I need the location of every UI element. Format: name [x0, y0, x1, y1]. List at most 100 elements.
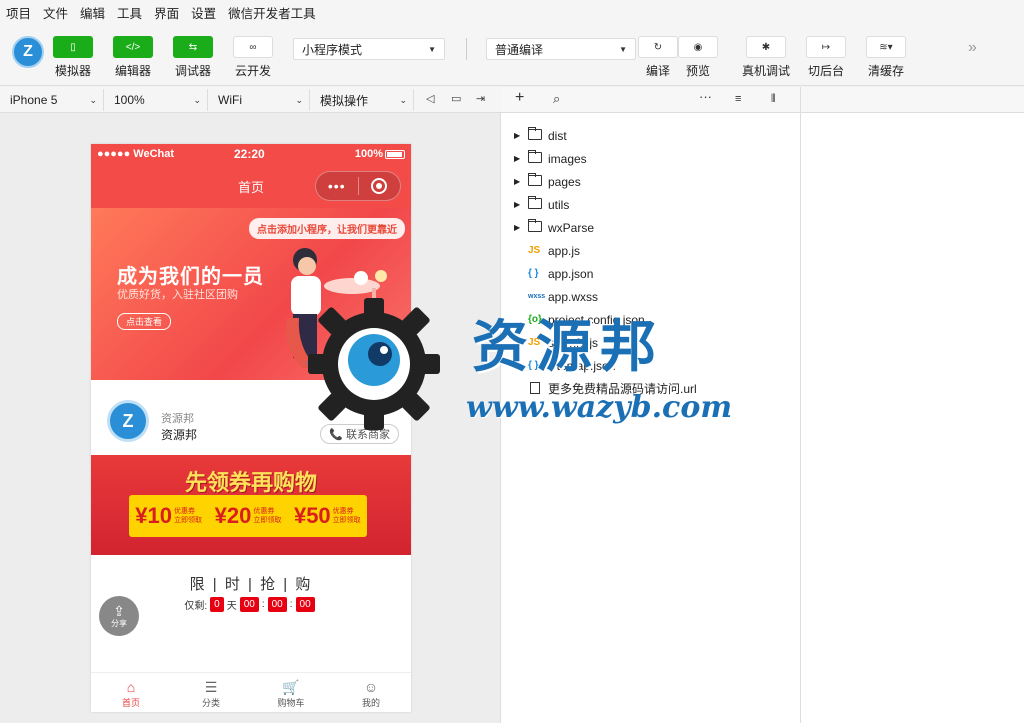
editor-pane	[801, 87, 1024, 723]
banner-title: 成为我们的一员	[117, 266, 264, 288]
view-button[interactable]: 点击查看	[117, 313, 172, 330]
tree-folder-wxparse[interactable]: ▶ wxParse	[501, 216, 801, 239]
file-name: sitemap.json	[548, 358, 616, 373]
tab-home[interactable]: ⌂ 首页	[91, 673, 171, 712]
tree-file-app-js[interactable]: JS app.js	[501, 239, 801, 262]
coupon-sub: 立即领取	[253, 517, 282, 524]
tree-file-app-wxss[interactable]: wxss app.wxss	[501, 285, 801, 308]
add-miniprogram-tip[interactable]: 点击添加小程序，让我们更靠近	[249, 218, 405, 239]
detach-icon[interactable]: ⇥	[476, 92, 485, 105]
volume-icon[interactable]: ◁	[426, 92, 434, 105]
coupon-title: 先领券再购物	[184, 470, 317, 495]
js-file-icon: JS	[528, 245, 541, 256]
background-button[interactable]: ↦ 切后台	[806, 36, 846, 79]
coupon-10[interactable]: ¥10 优惠券 立即领取	[135, 503, 202, 529]
operation-select[interactable]: 模拟操作 ⌄	[310, 89, 414, 111]
search-icon[interactable]: ⌕	[553, 91, 560, 107]
folder-name: images	[548, 151, 587, 166]
preview-button[interactable]: ◉ 预览	[678, 36, 718, 79]
tree-folder-utils[interactable]: ▶ utils	[501, 193, 801, 216]
zoom-select[interactable]: 100% ⌄	[104, 89, 208, 111]
tree-folder-dist[interactable]: ▶ dist	[501, 124, 801, 147]
window-icon[interactable]: ▭	[451, 92, 461, 105]
menu-edit[interactable]: 编辑	[80, 3, 105, 22]
json-file-icon: { }	[528, 268, 539, 279]
coupon-label: 优惠券	[332, 508, 354, 515]
toolbar: Z ▯ 模拟器 </> 编辑器 ⇆ 调试器 ∞ 云开发 小程序模式 ▼ 普通编译…	[0, 24, 1024, 86]
compile-button[interactable]: ↻ 编译	[638, 36, 678, 79]
folder-name: dist	[548, 128, 567, 143]
tab-label: 分类	[201, 698, 220, 708]
tab-bar: ⌂ 首页 ☰ 分类 🛒 购物车 ☺ 我的	[91, 672, 411, 712]
shop-info: Z 资源邦 资源邦 📞 联系商家	[91, 380, 411, 455]
editor-pane-header	[801, 87, 1024, 113]
add-icon[interactable]: +	[515, 89, 524, 107]
tree-folder-images[interactable]: ▶ images	[501, 147, 801, 170]
editor-button[interactable]: </> 编辑器	[113, 36, 153, 79]
coupon-label: 优惠券	[253, 508, 275, 515]
caret-right-icon: ▶	[514, 223, 521, 232]
countdown-hours: 00	[239, 597, 259, 612]
shop-label: 资源邦	[161, 413, 194, 425]
close-target-icon[interactable]	[358, 178, 400, 194]
wxss-file-icon: wxss	[528, 293, 546, 300]
coupon-20[interactable]: ¥20 优惠券立即领取	[215, 503, 282, 529]
compile-select[interactable]: 普通编译 ▼	[486, 38, 636, 60]
menu-devtools[interactable]: 微信开发者工具	[228, 3, 316, 22]
countdown-days: 0	[210, 597, 224, 612]
countdown: 仅剩: 0 天 00: 00: 00	[91, 597, 411, 612]
tab-label: 购物车	[277, 698, 305, 708]
more-dots-icon[interactable]: •••	[316, 178, 358, 194]
tab-mine[interactable]: ☺ 我的	[331, 673, 411, 712]
tree-file-siteinfo[interactable]: JS siteinfo.js	[501, 331, 801, 354]
compile-select-value: 普通编译	[495, 42, 544, 57]
device-select[interactable]: iPhone 5 ⌄	[0, 89, 104, 111]
menu-file[interactable]: 文件	[43, 3, 68, 22]
debugger-button[interactable]: ⇆ 调试器	[173, 36, 213, 79]
editor-label: 编辑器	[114, 64, 151, 78]
join-banner[interactable]: 点击添加小程序，让我们更靠近 成为我们的一员 优质好货，入驻社区团购 点击查看	[91, 208, 411, 380]
more-icon[interactable]: ···	[699, 89, 712, 104]
js-file-icon: JS	[528, 337, 541, 348]
tree-folder-pages[interactable]: ▶ pages	[501, 170, 801, 193]
menu-tools[interactable]: 工具	[117, 3, 142, 22]
menu-project[interactable]: 项目	[6, 3, 31, 22]
tree-file-url[interactable]: 更多免费精品源码请访问.url	[501, 377, 801, 400]
cloud-button[interactable]: ∞ 云开发	[233, 36, 273, 79]
network-select[interactable]: WiFi ⌄	[208, 89, 310, 111]
file-tree-toolbar: + ⌕ ··· ≡ ⫴	[501, 87, 800, 113]
network-value: WiFi	[218, 93, 242, 107]
split-icon[interactable]: ⫴	[771, 93, 776, 106]
tree-file-app-json[interactable]: { } app.json	[501, 262, 801, 285]
simulator-button[interactable]: ▯ 模拟器	[53, 36, 93, 79]
folder-name: utils	[548, 197, 570, 212]
contact-button[interactable]: 📞 联系商家	[320, 424, 399, 444]
tree-file-project-config[interactable]: {o} project.config.json	[501, 308, 801, 331]
tab-category[interactable]: ☰ 分类	[171, 673, 251, 712]
file-name: app.json	[548, 266, 594, 281]
coupon-value: ¥20	[214, 503, 252, 528]
flash-sale: 限 | 时 | 抢 | 购 仅剩: 0 天 00: 00: 00	[91, 555, 411, 672]
share-button[interactable]: ⇪ 分享	[99, 596, 139, 636]
menu-interface[interactable]: 界面	[154, 3, 179, 22]
banner-subtitle: 优质好货，入驻社区团购	[117, 289, 238, 301]
avatar[interactable]: Z	[12, 36, 44, 68]
coupon-50[interactable]: ¥50 优惠券 立即领取	[294, 503, 361, 529]
coupon-label: 优惠券	[174, 508, 196, 515]
collapse-icon[interactable]: ≡	[735, 93, 741, 105]
cart-icon: 🛒	[282, 679, 300, 695]
eye-icon: ◉	[678, 36, 718, 58]
flash-sale-title: 限 | 时 | 抢 | 购	[189, 576, 313, 593]
coupon-strip: ¥10 优惠券 立即领取 ¥20 优惠券 立即领取 ¥50 优惠券 立即领取	[129, 495, 367, 537]
countdown-seconds: 00	[295, 597, 315, 612]
remote-debug-button[interactable]: ✱ 真机调试	[742, 36, 790, 79]
chevron-double-right-icon[interactable]: »	[968, 39, 977, 57]
tab-cart[interactable]: 🛒 购物车	[251, 673, 331, 712]
tree-file-sitemap[interactable]: { } sitemap.json	[501, 354, 801, 377]
file-name: siteinfo.js	[548, 335, 599, 350]
clear-cache-button[interactable]: ≋▾ 清缓存	[866, 36, 906, 79]
coupon-banner[interactable]: 先领券再购物 ¥10 优惠券 立即领取 ¥20 优惠券 立即领取 ¥50 优惠券 立即领取	[91, 455, 411, 555]
caret-right-icon: ▶	[514, 154, 521, 163]
menu-settings[interactable]: 设置	[191, 3, 216, 22]
mode-select[interactable]: 小程序模式 ▼	[293, 38, 445, 60]
